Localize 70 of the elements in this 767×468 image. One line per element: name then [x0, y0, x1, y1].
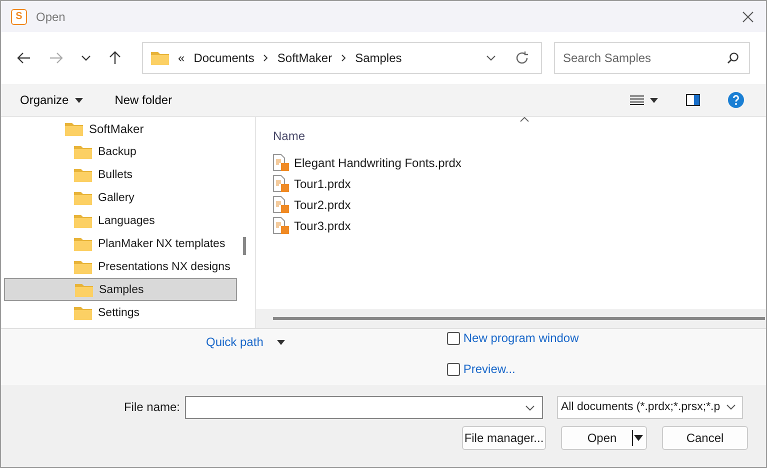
file-item[interactable]: Tour1.prdx [273, 173, 766, 194]
back-arrow-icon[interactable] [17, 52, 31, 64]
close-icon[interactable] [742, 10, 754, 22]
app-icon: S [11, 8, 27, 24]
folder-icon [74, 236, 92, 250]
organize-button[interactable]: Organize [11, 93, 92, 107]
dropdown-caret-icon[interactable] [277, 340, 286, 344]
document-icon [273, 217, 289, 234]
dropdown-caret-icon[interactable] [650, 98, 658, 102]
document-icon [273, 154, 289, 171]
document-icon [273, 175, 289, 192]
view-list-icon[interactable] [630, 95, 644, 105]
caret-icon [74, 98, 83, 102]
folder-icon [75, 282, 93, 296]
document-icon [273, 196, 289, 213]
tree-item[interactable]: PlanMaker NX templates [4, 232, 237, 255]
open-button[interactable]: Open [561, 426, 647, 450]
file-item[interactable]: Tour2.prdx [273, 194, 766, 215]
tree-item[interactable]: Samples [4, 278, 237, 301]
file-manager-button[interactable]: File manager... [462, 426, 546, 450]
folder-icon [74, 260, 92, 274]
new-folder-button[interactable]: New folder [106, 93, 182, 107]
tree-item[interactable]: Backup [4, 140, 237, 163]
quick-path-link[interactable]: Quick path [206, 335, 264, 349]
option-label[interactable]: Preview... [463, 362, 516, 376]
tree-item[interactable]: Settings [4, 301, 237, 324]
scrollbar-thumb[interactable] [243, 237, 246, 255]
folder-icon [74, 190, 92, 204]
cancel-button[interactable]: Cancel [662, 426, 748, 450]
folder-icon [151, 51, 169, 65]
window-title: Open [36, 10, 66, 24]
file-name-field[interactable] [185, 396, 543, 418]
address-bar[interactable]: « Documents SoftMaker Samples [142, 42, 542, 74]
preview-pane-icon[interactable] [686, 94, 700, 106]
refresh-icon[interactable] [515, 51, 529, 65]
folder-icon [74, 168, 92, 182]
chevron-down-icon[interactable] [525, 404, 535, 410]
file-item[interactable]: Elegant Handwriting Fonts.prdx [273, 152, 766, 173]
option-label[interactable]: New program window [463, 331, 579, 345]
file-name-label: File name: [122, 400, 181, 414]
scrollbar-thumb[interactable] [273, 317, 765, 320]
chevron-down-icon[interactable] [486, 55, 496, 61]
tree-item[interactable]: Bullets [4, 163, 237, 186]
chevron-right-icon [341, 54, 346, 62]
dropdown-caret-icon [634, 435, 643, 441]
chevron-right-icon [263, 54, 268, 62]
folder-icon [74, 214, 92, 228]
file-type-dropdown[interactable]: All documents (*.prdx;*.prsx;*.p [557, 396, 743, 418]
search-field[interactable]: Search Samples [554, 42, 750, 74]
checkbox[interactable] [447, 332, 460, 344]
folder-icon [65, 122, 83, 136]
help-icon[interactable] [728, 92, 744, 108]
tree-item[interactable]: SoftMaker [1, 117, 237, 140]
folder-icon [74, 144, 92, 158]
chevron-down-icon [726, 404, 736, 410]
search-icon [727, 52, 739, 64]
name-column-header[interactable]: Name [273, 117, 333, 143]
breadcrumb-item[interactable]: Samples [355, 51, 402, 65]
file-item[interactable]: Tour3.prdx [273, 215, 766, 236]
chevron-down-icon[interactable] [81, 55, 91, 61]
up-arrow-icon[interactable] [109, 51, 121, 65]
checkbox[interactable] [447, 362, 460, 376]
breadcrumb-item[interactable]: SoftMaker [277, 51, 332, 65]
tree-item[interactable]: Languages [4, 209, 237, 232]
sort-caret-icon [520, 117, 529, 122]
breadcrumb-item[interactable]: Documents [194, 51, 254, 65]
tree-item[interactable]: Presentations NX designs [4, 255, 237, 278]
folder-icon [74, 306, 92, 320]
overflow-chevron[interactable]: « [178, 51, 185, 65]
tree-item[interactable]: Gallery [4, 186, 237, 209]
